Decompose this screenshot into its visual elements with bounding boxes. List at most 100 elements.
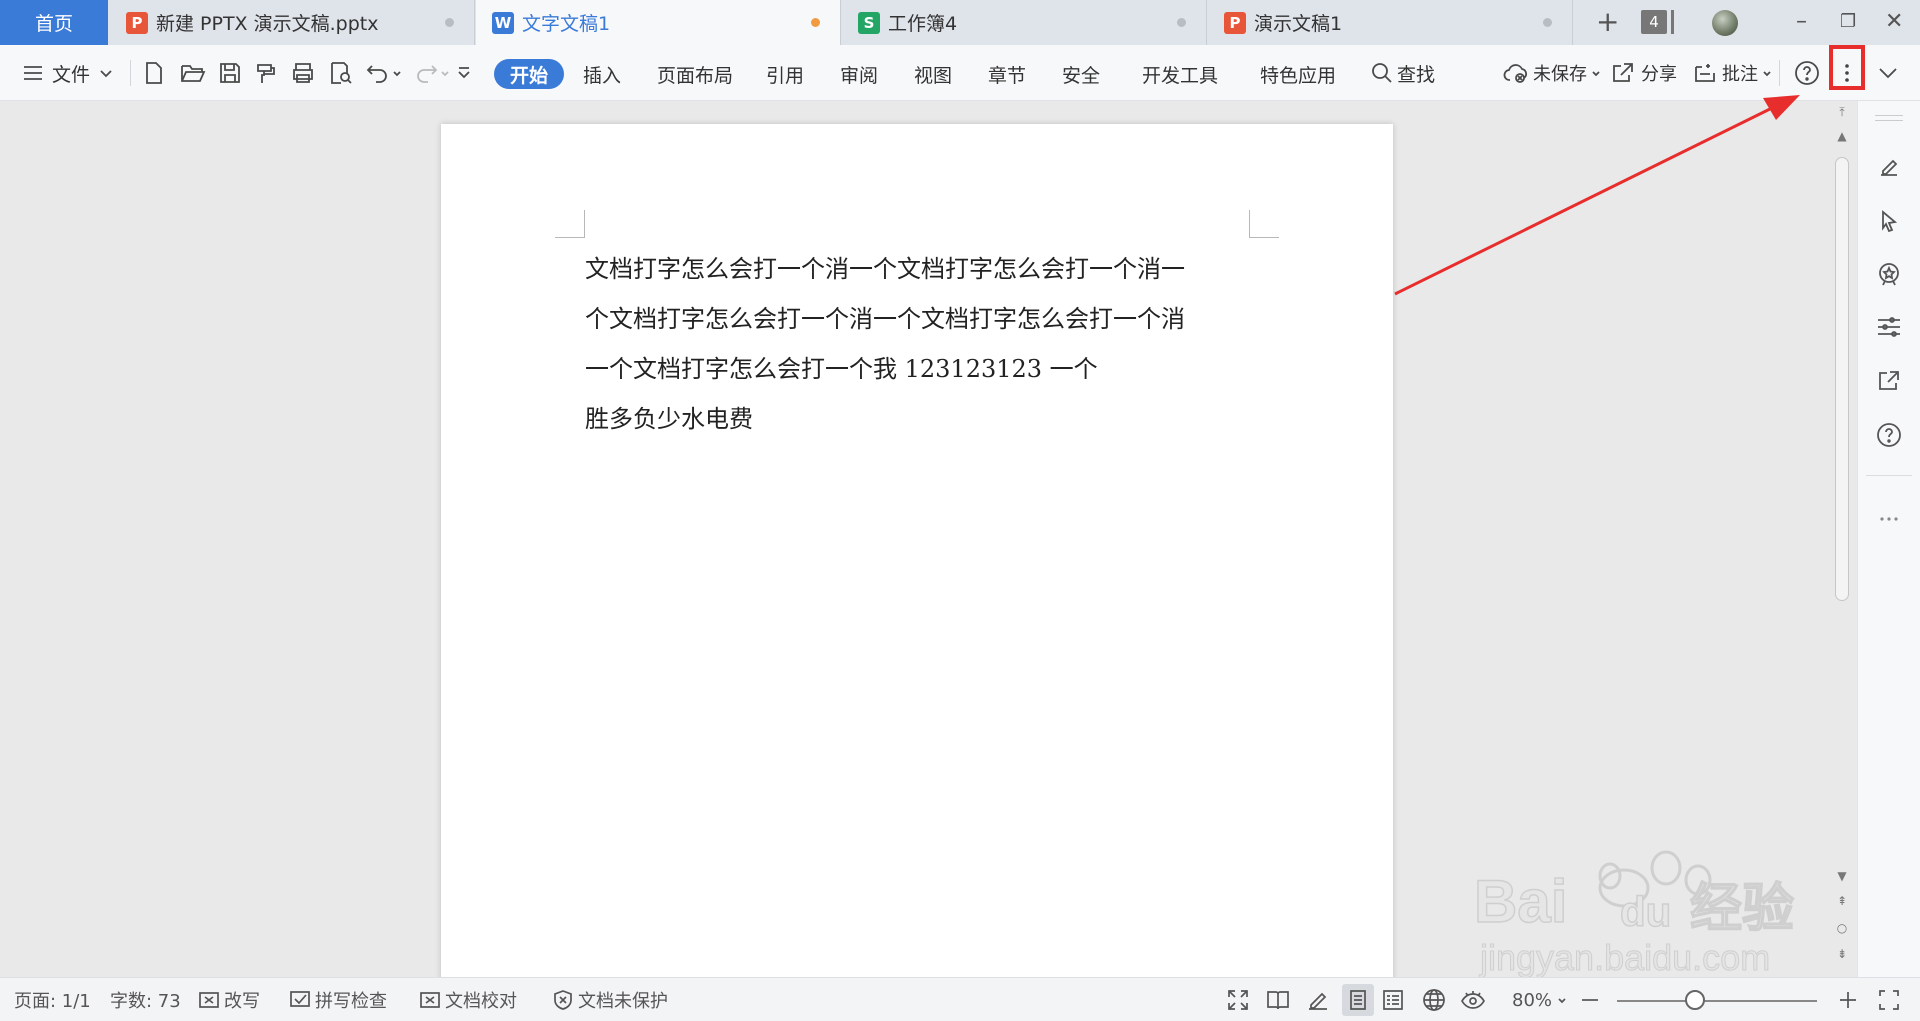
close-dot-icon[interactable] [445,18,454,27]
watermark-url: jingyan.baidu.com [1479,937,1770,978]
print-preview-button[interactable] [328,45,354,101]
web-view-button[interactable] [1422,978,1446,1021]
collapse-ribbon-button[interactable] [1876,45,1900,101]
zoom-slider-handle[interactable] [1685,990,1705,1010]
write-mode-button[interactable] [1306,978,1330,1021]
help-button[interactable] [1794,45,1820,101]
fullscreen-icon [1228,990,1248,1010]
dropdown-icon [458,67,470,79]
comment-button[interactable]: 批注 [1692,45,1772,101]
eye-icon [1461,991,1485,1009]
side-more-button[interactable] [1875,505,1903,533]
zoom-level-dropdown[interactable]: 80% [1512,978,1567,1021]
tab-insert[interactable]: 插入 [583,59,621,89]
tab-count-badge[interactable]: 4 [1641,10,1667,34]
avatar[interactable] [1712,10,1738,36]
plus-icon [1840,992,1856,1008]
zoom-slider-track[interactable] [1617,1000,1817,1002]
tab-view[interactable]: 视图 [914,59,952,89]
more-horizontal-icon [1880,517,1898,521]
chevron-down-icon [1592,71,1600,77]
page-view-button[interactable] [1342,984,1374,1016]
new-tab-plus-icon[interactable]: + [1596,8,1619,36]
quick-access-customize-button[interactable] [456,45,472,101]
file-menu-button[interactable]: 文件 [22,45,114,101]
page-indicator[interactable]: 页面: 1/1 [14,978,91,1021]
minimize-icon[interactable]: – [1796,8,1807,36]
drag-handle-icon[interactable] [1875,120,1903,121]
protection-label: 文档未保护 [578,991,668,1012]
home-tab[interactable]: 首页 [0,0,108,45]
zoom-level-label: 80% [1512,989,1553,1011]
fullscreen-button[interactable] [1227,978,1249,1021]
undo-icon [366,65,387,83]
word-count[interactable]: 字数: 73 [110,978,181,1021]
print-preview-icon [331,62,352,84]
unsaved-status-button[interactable]: 未保存 [1503,45,1601,101]
tab-references[interactable]: 引用 [766,59,804,89]
overwrite-toggle[interactable]: 改写 [198,978,260,1021]
print-button[interactable] [290,45,316,101]
document-page[interactable]: 文档打字怎么会打一个消一个文档打字怎么会打一个消一 个文档打字怎么会打一个消一个… [441,124,1393,1004]
proofread-label: 文档校对 [445,991,517,1012]
tab-developer-tools[interactable]: 开发工具 [1142,59,1218,89]
proofread-button[interactable]: 文档校对 [419,978,517,1021]
printer-icon [293,63,313,83]
comment-label: 批注 [1722,64,1758,85]
presentation-icon: P [1224,11,1246,34]
tab-page-layout[interactable]: 页面布局 [657,59,733,89]
spellcheck-icon [290,991,310,1007]
watermark-cn: 经验 [1690,879,1794,939]
side-properties-button[interactable] [1875,313,1903,341]
fit-window-button[interactable] [1878,978,1900,1021]
tab-chapter[interactable]: 章节 [988,59,1026,89]
reading-mode-button[interactable] [1266,978,1290,1021]
cloud-unsaved-icon [1503,64,1527,83]
tab-review[interactable]: 审阅 [840,59,878,89]
scroll-thumb[interactable] [1835,157,1849,601]
tab-special-apps[interactable]: 特色应用 [1260,59,1336,89]
document-body-text[interactable]: 文档打字怎么会打一个消一个文档打字怎么会打一个消一 个文档打字怎么会打一个消一个… [585,244,1253,444]
new-doc-button[interactable] [143,45,165,101]
side-edit-button[interactable] [1875,153,1903,181]
protection-status[interactable]: 文档未保护 [552,978,668,1021]
writer-icon: W [492,11,514,34]
zoom-out-button[interactable] [1580,978,1600,1021]
proofread-icon [420,992,440,1008]
redo-button[interactable] [414,45,450,101]
side-select-button[interactable] [1875,207,1903,235]
tab-label: 新建 PPTX 演示文稿.pptx [156,13,379,35]
spellcheck-button[interactable]: 拼写检查 [289,978,387,1021]
tab-presentation[interactable]: P 演示文稿1 [1208,0,1573,45]
tab-workbook[interactable]: S 工作簿4 [842,0,1207,45]
modified-dot-icon[interactable] [811,18,820,27]
save-button[interactable] [218,45,242,101]
status-bar: 页面: 1/1 字数: 73 改写 拼写检查 文档校对 文档未保护 80% [0,977,1920,1021]
close-icon[interactable]: ✕ [1885,8,1903,36]
close-dot-icon[interactable] [1177,18,1186,27]
tab-writer-doc[interactable]: W 文字文稿1 [476,0,841,45]
side-style-button[interactable] [1875,260,1903,288]
undo-button[interactable] [366,45,402,101]
outline-view-button[interactable] [1382,978,1404,1021]
tab-home[interactable]: 开始 [494,59,565,89]
restore-icon[interactable]: ❐ [1840,8,1856,36]
side-share-button[interactable] [1875,367,1903,395]
share-button[interactable]: 分享 [1611,45,1677,101]
drag-handle-icon[interactable] [1875,115,1903,116]
close-dot-icon[interactable] [1543,18,1552,27]
scroll-top-icon[interactable]: ⤒ [1832,105,1852,120]
zoom-in-button[interactable] [1838,978,1858,1021]
find-button[interactable]: 查找 [1371,45,1435,101]
tab-security[interactable]: 安全 [1062,59,1100,89]
shield-icon [554,990,572,1010]
page-view-icon [1350,990,1366,1010]
eye-protection-button[interactable] [1460,978,1486,1021]
format-painter-button[interactable] [254,45,278,101]
tab-label: 文字文稿1 [522,13,611,35]
tab-new-pptx[interactable]: P 新建 PPTX 演示文稿.pptx [110,0,475,45]
open-button[interactable] [180,45,206,101]
side-help-button[interactable] [1875,421,1903,449]
scroll-up-arrow-icon[interactable]: ▲ [1832,129,1852,143]
style-badge-icon [1879,263,1899,286]
